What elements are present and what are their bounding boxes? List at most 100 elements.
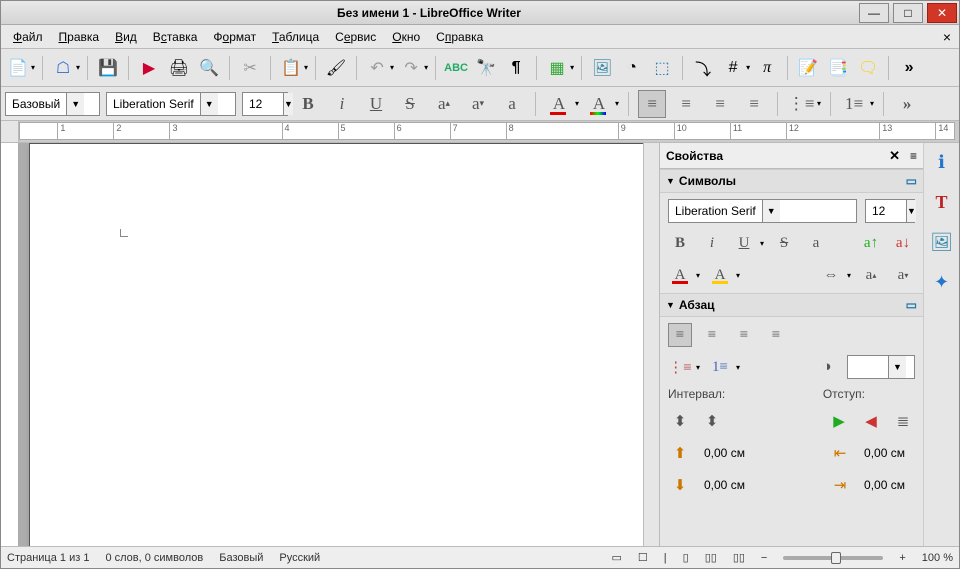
menu-window[interactable]: Окно bbox=[384, 27, 428, 47]
minimize-button[interactable]: — bbox=[859, 3, 889, 23]
menu-format[interactable]: Формат bbox=[205, 27, 264, 47]
subscript-button[interactable]: a▾ bbox=[464, 90, 492, 118]
insert-image-button[interactable]: 🖼 bbox=[589, 54, 615, 82]
menu-view[interactable]: Вид bbox=[107, 27, 145, 47]
side-subscript-button[interactable]: a▾ bbox=[891, 263, 915, 287]
insert-field-button[interactable]: # bbox=[720, 54, 746, 82]
zoom-out-button[interactable]: − bbox=[761, 552, 767, 564]
menu-table[interactable]: Таблица bbox=[264, 27, 327, 47]
align-right-button[interactable]: ≡ bbox=[706, 90, 734, 118]
align-left-button[interactable]: ≡ bbox=[638, 90, 666, 118]
vertical-scrollbar[interactable] bbox=[643, 143, 659, 546]
side-bullets-button[interactable]: ⋮≡ bbox=[668, 355, 692, 379]
view-book-icon[interactable]: ▯▯ bbox=[733, 551, 745, 564]
status-words[interactable]: 0 слов, 0 символов bbox=[105, 552, 203, 564]
zoom-value[interactable]: 100 % bbox=[922, 552, 953, 564]
side-align-right-button[interactable]: ≡ bbox=[732, 323, 756, 347]
insert-pagebreak-button[interactable]: ⤵ bbox=[690, 54, 716, 82]
document-close-button[interactable]: × bbox=[939, 29, 955, 45]
insert-symbol-button[interactable]: π bbox=[754, 54, 780, 82]
bullets-dropdown[interactable]: ▾ bbox=[817, 99, 821, 108]
status-style[interactable]: Базовый bbox=[219, 552, 263, 564]
superscript-button[interactable]: a▴ bbox=[430, 90, 458, 118]
spacing-above-value[interactable]: 0,00 см bbox=[700, 446, 745, 460]
open-button[interactable]: ☖ bbox=[50, 54, 76, 82]
status-insert-icon[interactable]: ▭ bbox=[612, 551, 622, 564]
view-multi-icon[interactable]: ▯▯ bbox=[705, 551, 717, 564]
collapse-char-icon[interactable]: ▼ bbox=[666, 176, 675, 186]
maximize-button[interactable]: □ bbox=[893, 3, 923, 23]
print-preview-button[interactable]: 🔍 bbox=[196, 54, 222, 82]
document-viewport[interactable] bbox=[19, 143, 643, 546]
insert-bookmark-button[interactable]: 📑 bbox=[825, 54, 851, 82]
font-name-combo[interactable]: Liberation Serif▼ bbox=[106, 92, 236, 116]
horizontal-ruler[interactable]: 12 34 56 78 910 1112 1314 bbox=[19, 122, 955, 140]
window-close-button[interactable]: ✕ bbox=[927, 3, 957, 23]
side-align-left-button[interactable]: ≡ bbox=[668, 323, 692, 347]
char-section-more-icon[interactable]: ▭ bbox=[906, 174, 917, 188]
export-pdf-button[interactable]: ▶ bbox=[136, 54, 162, 82]
tab-properties-icon[interactable]: ℹ bbox=[929, 149, 955, 175]
tab-navigator-icon[interactable]: ✦ bbox=[929, 269, 955, 295]
insert-footnote-button[interactable]: 📝 bbox=[795, 54, 821, 82]
redo-dropdown[interactable]: ▾ bbox=[424, 63, 428, 72]
indent-inc-icon[interactable]: ▶ bbox=[827, 409, 851, 433]
indent-before-value[interactable]: 0,00 см bbox=[860, 446, 905, 460]
cut-button[interactable]: ✂ bbox=[237, 54, 263, 82]
side-align-justify-button[interactable]: ≡ bbox=[764, 323, 788, 347]
zoom-in-button[interactable]: + bbox=[899, 552, 905, 564]
spacing-dec-icon[interactable]: ⬍ bbox=[700, 409, 724, 433]
insert-field-dropdown[interactable]: ▾ bbox=[746, 63, 750, 72]
side-highlight-button[interactable]: A bbox=[708, 263, 732, 287]
font-color-button[interactable]: A bbox=[545, 90, 573, 118]
tab-gallery-icon[interactable]: 🖼 bbox=[929, 229, 955, 255]
redo-button[interactable]: ↷ bbox=[398, 54, 424, 82]
zoom-slider[interactable] bbox=[783, 556, 883, 560]
side-superscript-button[interactable]: a▴ bbox=[859, 263, 883, 287]
font-size-combo[interactable]: 12▼ bbox=[242, 92, 288, 116]
para-section-more-icon[interactable]: ▭ bbox=[906, 298, 917, 312]
paragraph-style-combo[interactable]: Базовый▼ bbox=[5, 92, 100, 116]
menu-edit[interactable]: Правка bbox=[51, 27, 108, 47]
side-strike-button[interactable]: S bbox=[772, 231, 796, 255]
side-underline-button[interactable]: U bbox=[732, 231, 756, 255]
align-justify-button[interactable]: ≡ bbox=[740, 90, 768, 118]
insert-table-button[interactable]: ▦ bbox=[544, 54, 570, 82]
highlight-dropdown[interactable]: ▾ bbox=[615, 99, 619, 108]
new-doc-dropdown[interactable]: ▾ bbox=[31, 63, 35, 72]
menu-help[interactable]: Справка bbox=[428, 27, 491, 47]
clone-format-button[interactable]: 🖌 bbox=[323, 54, 349, 82]
indent-dec-icon[interactable]: ◀ bbox=[859, 409, 883, 433]
menu-file[interactable]: Файл bbox=[5, 27, 51, 47]
sidebar-close-icon[interactable]: ✕ bbox=[889, 148, 900, 164]
undo-button[interactable]: ↶ bbox=[364, 54, 390, 82]
spacing-inc-icon[interactable]: ⬍ bbox=[668, 409, 692, 433]
bold-button[interactable]: B bbox=[294, 90, 322, 118]
open-dropdown[interactable]: ▾ bbox=[76, 63, 80, 72]
tab-styles-icon[interactable]: T bbox=[929, 189, 955, 215]
highlight-button[interactable]: A bbox=[585, 90, 613, 118]
new-doc-button[interactable]: 📄 bbox=[5, 54, 31, 82]
numbering-dropdown[interactable]: ▾ bbox=[870, 99, 874, 108]
insert-table-dropdown[interactable]: ▾ bbox=[570, 63, 574, 72]
underline-button[interactable]: U bbox=[362, 90, 390, 118]
side-font-color-button[interactable]: A bbox=[668, 263, 692, 287]
menu-insert[interactable]: Вставка bbox=[145, 27, 206, 47]
sidebar-font-combo[interactable]: Liberation Serif▼ bbox=[668, 199, 857, 223]
side-numbering-button[interactable]: 1≡ bbox=[708, 355, 732, 379]
side-italic-button[interactable]: i bbox=[700, 231, 724, 255]
formatting-overflow[interactable]: » bbox=[893, 90, 921, 118]
side-char-spacing-button[interactable]: ⇔ bbox=[819, 263, 843, 287]
status-lang[interactable]: Русский bbox=[279, 552, 320, 564]
side-shrink-font-button[interactable]: a↓ bbox=[891, 231, 915, 255]
spacing-below-value[interactable]: 0,00 см bbox=[700, 478, 745, 492]
side-grow-font-button[interactable]: a↑ bbox=[859, 231, 883, 255]
document-page[interactable] bbox=[29, 143, 643, 546]
side-align-center-button[interactable]: ≡ bbox=[700, 323, 724, 347]
insert-chart-button[interactable]: ◔ bbox=[619, 54, 645, 82]
paste-dropdown[interactable]: ▾ bbox=[304, 63, 308, 72]
bullets-button[interactable]: ⋮≡ bbox=[787, 90, 815, 118]
menu-tools[interactable]: Сервис bbox=[327, 27, 384, 47]
nonprint-button[interactable]: ¶ bbox=[503, 54, 529, 82]
side-shadow-button[interactable]: a bbox=[804, 231, 828, 255]
